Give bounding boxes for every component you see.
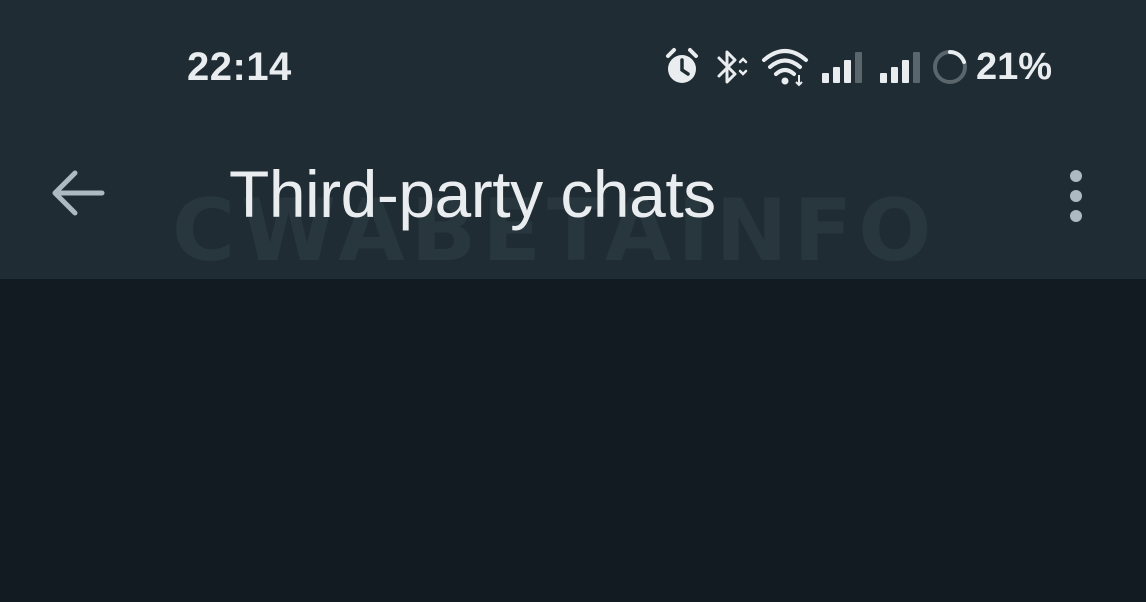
bluetooth-icon	[708, 45, 752, 89]
battery-ring-icon	[930, 45, 970, 89]
app-bar: CWABETAINFO Third-party chats	[0, 120, 1146, 279]
content-area	[0, 279, 1146, 602]
alarm-icon	[660, 45, 704, 89]
battery-percent: 21%	[976, 46, 1053, 88]
signal-1-icon	[818, 45, 868, 89]
back-button[interactable]	[40, 158, 116, 228]
screen: 22:14 21% CWABETAINFO Third-party chats	[0, 0, 1146, 602]
status-icons: 21%	[660, 42, 1052, 92]
top-bar: 22:14 21% CWABETAINFO Third-party chats	[0, 0, 1146, 279]
signal-2-icon	[876, 45, 926, 89]
status-bar: 22:14 21%	[0, 0, 1146, 120]
wifi-icon	[760, 45, 812, 89]
more-options-button[interactable]	[1048, 158, 1104, 234]
status-time: 22:14	[187, 45, 292, 89]
page-title: Third-party chats	[229, 157, 716, 231]
arrow-back-icon	[50, 168, 106, 218]
more-vert-icon	[1066, 168, 1086, 224]
